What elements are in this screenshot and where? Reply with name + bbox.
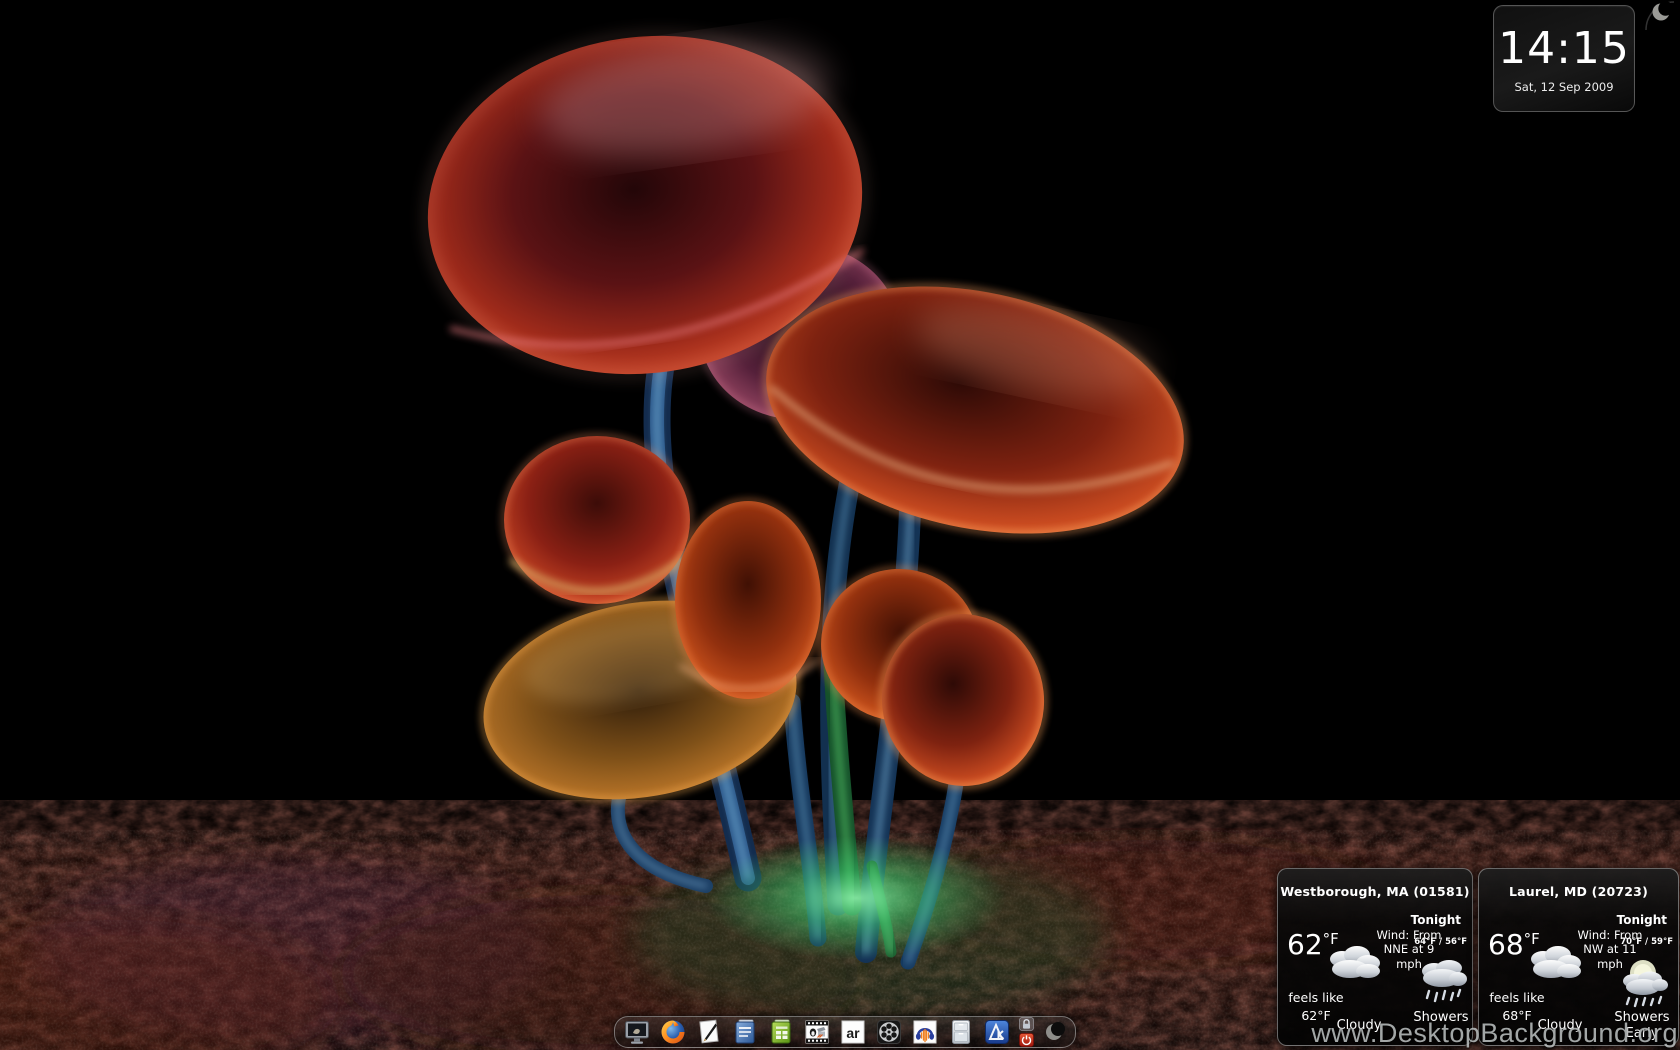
clock-date: Sat, 12 Sep 2009	[1514, 80, 1613, 94]
night-showers-icon	[1617, 957, 1671, 1013]
cashew-icon	[1644, 0, 1678, 30]
desktop: 14:15 Sat, 12 Sep 2009 Westborough, MA (…	[0, 0, 1680, 1050]
display-icon[interactable]	[623, 1018, 651, 1046]
weather-high-low: 64°F / 56°F	[1414, 937, 1467, 947]
spreadsheet-icon[interactable]	[767, 1018, 795, 1046]
text-editor-icon[interactable]	[695, 1018, 723, 1046]
power-icon[interactable]	[1018, 1033, 1034, 1048]
clock-widget: 14:15 Sat, 12 Sep 2009	[1493, 5, 1635, 112]
dock-panel: ar	[614, 1016, 1076, 1048]
ar-app-icon[interactable]: ar	[839, 1018, 867, 1046]
showers-icon	[1416, 957, 1468, 1011]
session-buttons	[1018, 1017, 1034, 1048]
feels-like-label: feels like	[1489, 990, 1544, 1005]
writer-document-icon[interactable]	[731, 1018, 759, 1046]
clock-time: 14:15	[1498, 27, 1630, 71]
file-cabinet-icon[interactable]	[947, 1018, 975, 1046]
panel-toolbox-cashew[interactable]	[1043, 1020, 1067, 1044]
weather-high-low: 70°F / 59°F	[1620, 937, 1673, 947]
k-app-icon[interactable]	[983, 1018, 1011, 1046]
temp-value: 68	[1488, 931, 1524, 959]
video-editor-icon[interactable]	[803, 1018, 831, 1046]
temp-value: 62	[1287, 931, 1323, 959]
lock-icon[interactable]	[1018, 1017, 1034, 1032]
site-watermark: www.DesktopBackground.org	[1311, 1018, 1678, 1049]
ar-icon-label: ar	[846, 1025, 860, 1041]
plasma-toolbox-corner[interactable]	[1644, 0, 1678, 30]
film-reel-icon[interactable]	[875, 1018, 903, 1046]
weather-period-label: Tonight	[1411, 913, 1461, 927]
weather-period-label: Tonight	[1617, 913, 1667, 927]
audacity-icon[interactable]	[911, 1018, 939, 1046]
firefox-icon[interactable]	[659, 1018, 687, 1046]
feels-like-label: feels like	[1288, 990, 1343, 1005]
weather-location: Laurel, MD (20723)	[1479, 884, 1678, 899]
cashew-icon	[1043, 1020, 1067, 1044]
weather-location: Westborough, MA (01581)	[1278, 884, 1472, 899]
